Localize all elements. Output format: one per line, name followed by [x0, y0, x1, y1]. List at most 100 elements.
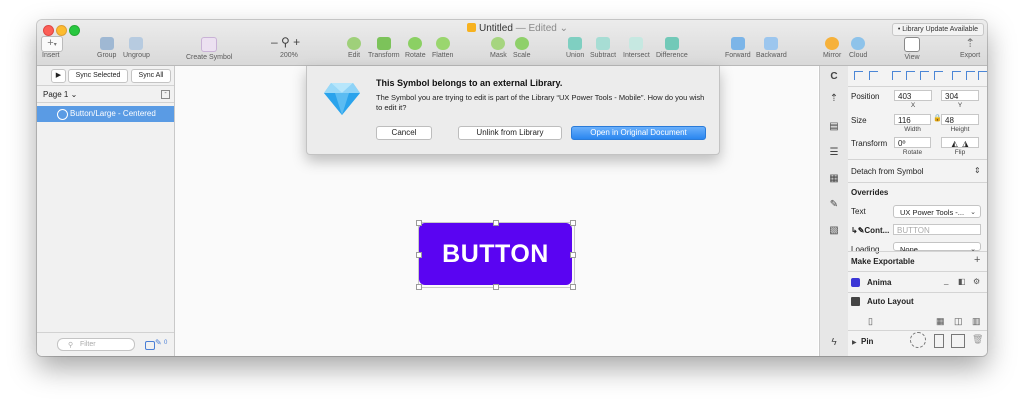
open-original-document-button[interactable]: Open in Original Document — [571, 126, 706, 140]
flatten-button[interactable]: Flatten — [432, 37, 453, 59]
play-button[interactable]: ▶ — [51, 69, 66, 83]
insert-button[interactable]: +▾ — [41, 36, 63, 52]
document-icon[interactable]: ☰ — [827, 146, 841, 159]
zoom-control[interactable]: – ⚲ + — [271, 35, 300, 49]
view-button[interactable]: View — [904, 37, 920, 61]
minimize-window-button[interactable] — [56, 25, 67, 36]
columns-icon[interactable]: ▥ — [972, 316, 981, 327]
create-symbol-button[interactable]: Create Symbol — [186, 37, 232, 61]
flip-horizontal-icon[interactable]: ◭ — [952, 139, 958, 148]
gear-icon[interactable]: ⚙ — [973, 277, 980, 286]
text-style-select[interactable]: UX Power Tools -... ⌄ — [893, 205, 981, 218]
flip-buttons[interactable]: ◭ ◮ — [941, 137, 979, 148]
distribute-spacing-icon[interactable] — [978, 71, 987, 80]
unlink-from-library-button[interactable]: Unlink from Library — [458, 126, 562, 140]
library-update-badge[interactable]: • Library Update Available — [891, 23, 984, 36]
export-button[interactable]: ⇡ Export — [960, 37, 980, 60]
cancel-button[interactable]: Cancel — [376, 126, 432, 140]
resize-handle[interactable] — [570, 252, 576, 258]
insert-label: Insert — [42, 52, 60, 59]
trash-icon[interactable]: 🗑 — [972, 334, 983, 345]
dialog-title: This Symbol belongs to an external Libra… — [376, 78, 563, 88]
edit-image-icon[interactable]: ✎ — [827, 198, 841, 211]
intersect-button[interactable]: Intersect — [623, 37, 650, 59]
loading-select[interactable]: None ⌄ — [893, 242, 981, 254]
difference-button[interactable]: Difference — [656, 37, 688, 59]
book-icon[interactable]: ▯ — [868, 316, 873, 327]
align-bottom-icon[interactable] — [934, 71, 943, 80]
y-field[interactable]: 304 — [941, 90, 979, 101]
grid-icon[interactable]: ▦ — [936, 316, 945, 327]
canvas[interactable]: This Symbol belongs to an external Libra… — [175, 66, 818, 356]
grid-icon[interactable]: ▦ — [827, 172, 841, 185]
backward-icon — [764, 37, 779, 50]
sync-selected-button[interactable]: Sync Selected — [68, 69, 128, 83]
pin-constraint-icon[interactable] — [910, 332, 926, 348]
resize-handle[interactable] — [416, 284, 422, 290]
rotate-button[interactable]: Rotate — [405, 37, 426, 59]
cloud-button[interactable]: Cloud — [849, 37, 867, 59]
maximize-window-button[interactable] — [69, 25, 80, 36]
detach-from-symbol[interactable]: Detach from Symbol — [851, 167, 923, 176]
filter-input[interactable]: ⚲ Filter — [57, 338, 135, 351]
resize-handle[interactable] — [493, 284, 499, 290]
resize-handle[interactable] — [570, 220, 576, 226]
height-field[interactable]: 48 — [941, 114, 979, 125]
upload-icon[interactable]: ⇡ — [827, 92, 841, 105]
layout-icon[interactable]: ◫ — [954, 316, 963, 327]
sync-all-button[interactable]: Sync All — [131, 69, 171, 83]
zoom-out-icon[interactable]: – — [271, 35, 278, 49]
align-middle-icon[interactable] — [920, 71, 929, 80]
add-icon[interactable]: + — [974, 254, 980, 266]
chevron-updown-icon[interactable]: ⇕ — [974, 166, 981, 175]
rotate-caption: Rotate — [902, 149, 923, 156]
resize-handle[interactable] — [416, 220, 422, 226]
button-symbol[interactable]: BUTTON — [419, 223, 572, 285]
mask-button[interactable]: Mask — [490, 37, 507, 59]
group-button[interactable]: Group — [97, 37, 116, 59]
page-selector[interactable]: Page 1 ⌄ — [43, 90, 77, 99]
pin-vertical-icon[interactable] — [934, 334, 944, 348]
pin-center-icon[interactable] — [951, 334, 965, 348]
disclosure-triangle-icon[interactable]: ▶ — [852, 339, 857, 346]
content-input[interactable]: BUTTON — [893, 224, 981, 235]
zoom-in-icon[interactable]: + — [293, 35, 300, 49]
document-title[interactable]: Untitled — Edited ⌄ — [467, 23, 568, 34]
transform-button[interactable]: Transform — [368, 37, 400, 59]
rotate-field[interactable]: 0º — [894, 137, 931, 148]
ungroup-button[interactable]: Ungroup — [123, 37, 150, 59]
forward-button[interactable]: Forward — [725, 37, 751, 59]
align-right-icon[interactable] — [892, 71, 901, 80]
mask-icon — [491, 37, 506, 50]
scale-button[interactable]: Scale — [513, 37, 531, 59]
mirror-button[interactable]: Mirror — [823, 37, 841, 59]
library-symbol-dialog: This Symbol belongs to an external Libra… — [306, 66, 720, 155]
width-field[interactable]: 116 — [894, 114, 931, 125]
resize-handle[interactable] — [493, 220, 499, 226]
edit-button[interactable]: Edit — [347, 37, 361, 59]
resize-handle[interactable] — [416, 252, 422, 258]
craft-icon[interactable]: C — [827, 70, 841, 83]
resize-handle[interactable] — [570, 284, 576, 290]
distribute-horizontal-icon[interactable] — [952, 71, 961, 80]
minimize-icon[interactable]: _ — [944, 276, 948, 285]
close-window-button[interactable] — [43, 25, 54, 36]
align-top-icon[interactable] — [906, 71, 915, 80]
make-exportable[interactable]: Make Exportable — [851, 257, 915, 266]
union-button[interactable]: Union — [566, 37, 584, 59]
copy-icon[interactable] — [145, 341, 155, 350]
flip-vertical-icon[interactable]: ◮ — [962, 139, 968, 148]
lightning-icon[interactable]: ϟ — [827, 336, 841, 349]
subtract-button[interactable]: Subtract — [590, 37, 616, 59]
pencil-icon[interactable]: ✎ — [155, 338, 162, 347]
align-left-icon[interactable] — [854, 71, 863, 80]
panel-icon[interactable]: ◧ — [958, 277, 966, 286]
image-add-icon[interactable]: ▧ — [827, 224, 841, 237]
distribute-vertical-icon[interactable] — [966, 71, 975, 80]
printer-icon[interactable]: ▤ — [827, 120, 841, 133]
align-center-icon[interactable] — [869, 71, 878, 80]
layer-item-selected[interactable]: Button/Large - Centered — [37, 106, 174, 122]
collapse-pages-icon[interactable]: - — [161, 90, 170, 99]
backward-button[interactable]: Backward — [756, 37, 787, 59]
x-field[interactable]: 403 — [894, 90, 932, 101]
